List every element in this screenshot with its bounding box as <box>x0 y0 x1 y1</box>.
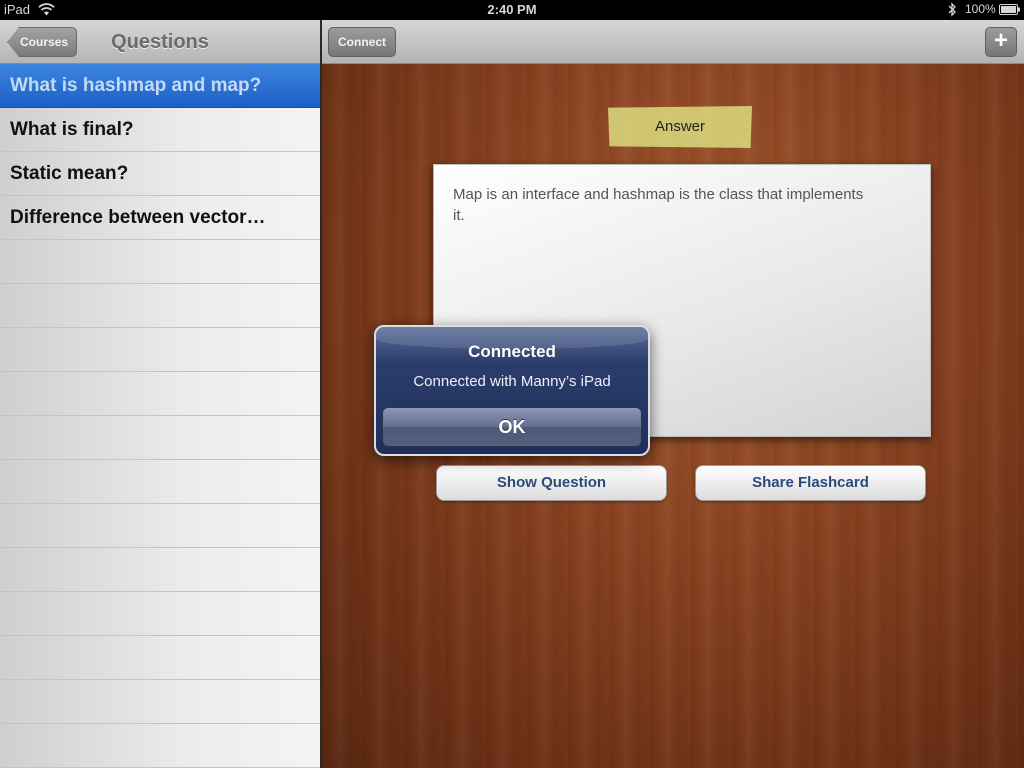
empty-row <box>0 504 320 548</box>
empty-row <box>0 284 320 328</box>
master-title: Questions <box>111 31 209 53</box>
battery-percent: 100% <box>965 2 996 16</box>
empty-row <box>0 548 320 592</box>
status-bar: iPad 2:40 PM 100% <box>0 0 1024 20</box>
answer-tag: Answer <box>608 106 752 148</box>
share-flashcard-button[interactable]: Share Flashcard <box>695 465 926 501</box>
add-button[interactable]: + <box>985 27 1017 57</box>
detail-nav-bar: Connect + <box>322 20 1024 64</box>
alert-title: Connected <box>468 342 556 361</box>
question-list: What is hashmap and map? What is final? … <box>0 64 320 768</box>
empty-row <box>0 328 320 372</box>
empty-row <box>0 724 320 768</box>
empty-row <box>0 372 320 416</box>
connect-button[interactable]: Connect <box>328 27 396 57</box>
question-row[interactable]: Static mean? <box>0 152 320 196</box>
empty-row <box>0 460 320 504</box>
question-row[interactable]: Difference between vector… <box>0 196 320 240</box>
answer-text: Map is an interface and hashmap is the c… <box>453 186 864 224</box>
battery-icon <box>999 4 1020 15</box>
question-row[interactable]: What is hashmap and map? <box>0 64 320 108</box>
alert-message: Connected with Manny’s iPad <box>413 373 611 390</box>
question-row[interactable]: What is final? <box>0 108 320 152</box>
master-pane: Courses Questions What is hashmap and ma… <box>0 20 320 768</box>
show-question-button[interactable]: Show Question <box>436 465 667 501</box>
empty-row <box>0 680 320 724</box>
empty-row <box>0 592 320 636</box>
empty-row <box>0 240 320 284</box>
alert-ok-button[interactable]: OK <box>382 407 642 447</box>
bluetooth-icon <box>948 2 956 17</box>
empty-row <box>0 636 320 680</box>
master-nav-bar: Courses Questions <box>0 20 320 64</box>
clock: 2:40 PM <box>487 2 537 17</box>
empty-row <box>0 416 320 460</box>
connected-alert: Connected Connected with Manny’s iPad OK <box>374 325 650 456</box>
